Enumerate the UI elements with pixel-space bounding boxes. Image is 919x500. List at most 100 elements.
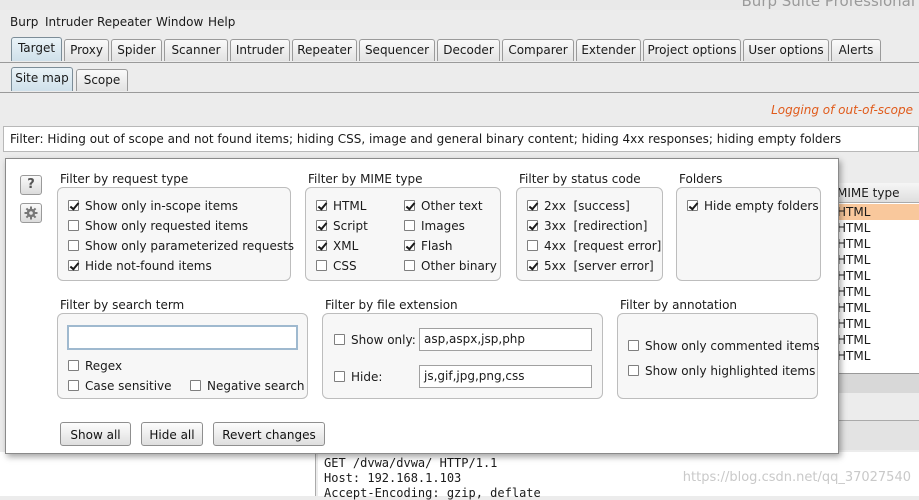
request-header: Host: 192.168.1.103: [324, 471, 462, 485]
help-icon: ?: [27, 177, 35, 192]
tab-target[interactable]: Target: [11, 37, 62, 61]
checkbox-box[interactable]: [527, 260, 538, 271]
checkbox-box[interactable]: [316, 220, 327, 231]
tab-user-options[interactable]: User options: [743, 39, 829, 61]
hide-extension-checkbox[interactable]: Hide:: [334, 370, 382, 384]
mime-images-checkbox[interactable]: Images: [404, 219, 465, 233]
status-5xx-checkbox[interactable]: 5xx [server error]: [527, 259, 654, 273]
checkbox-box[interactable]: [404, 200, 415, 211]
mime-css-checkbox[interactable]: CSS: [316, 259, 357, 273]
highlighted-items-checkbox[interactable]: Show only highlighted items: [628, 364, 815, 378]
hide-all-button[interactable]: Hide all: [141, 422, 203, 446]
table-row[interactable]: HTML: [831, 284, 919, 300]
commented-items-checkbox[interactable]: Show only commented items: [628, 339, 820, 353]
negative-search-checkbox[interactable]: Negative search: [190, 379, 305, 393]
option-label: Hide empty folders: [704, 199, 819, 213]
regex-checkbox[interactable]: Regex: [68, 359, 122, 373]
checkbox-box[interactable]: [316, 260, 327, 271]
show-all-button[interactable]: Show all: [60, 422, 131, 446]
checkbox-box[interactable]: [334, 334, 345, 345]
checkbox-box[interactable]: [527, 240, 538, 251]
checkbox-box[interactable]: [628, 340, 639, 351]
show-only-extensions-input[interactable]: asp,aspx,jsp,php: [419, 328, 592, 351]
tab-alerts[interactable]: Alerts: [831, 39, 881, 61]
checkbox-box[interactable]: [190, 380, 201, 391]
tab-proxy[interactable]: Proxy: [64, 39, 109, 61]
checkbox-box[interactable]: [404, 220, 415, 231]
column-header-mime-type[interactable]: MIME type: [831, 183, 919, 203]
checkbox-box[interactable]: [527, 200, 538, 211]
parameterized-checkbox[interactable]: Show only parameterized requests: [68, 239, 294, 253]
checkbox-box[interactable]: [316, 240, 327, 251]
table-row[interactable]: HTML: [831, 268, 919, 284]
pane-splitter[interactable]: [830, 373, 919, 393]
tab-scope[interactable]: Scope: [76, 69, 128, 91]
table-row[interactable]: HTML: [831, 236, 919, 252]
mime-flash-checkbox[interactable]: Flash: [404, 239, 452, 253]
checkbox-box[interactable]: [68, 380, 79, 391]
in-scope-checkbox[interactable]: Show only in-scope items: [68, 199, 238, 213]
table-row[interactable]: HTML: [831, 204, 919, 220]
checkbox-box[interactable]: [334, 371, 345, 382]
help-button[interactable]: ?: [20, 175, 42, 195]
folders-title: Folders: [679, 172, 723, 186]
request-header: Accept-Encoding: gzip, deflate: [324, 486, 541, 500]
search-input[interactable]: [67, 325, 298, 350]
table-row[interactable]: HTML: [831, 332, 919, 348]
settings-button[interactable]: [20, 203, 42, 223]
menu-window[interactable]: Window: [156, 15, 203, 29]
hide-empty-folders-checkbox[interactable]: Hide empty folders: [687, 199, 819, 213]
hide-not-found-checkbox[interactable]: Hide not-found items: [68, 259, 212, 273]
filter-summary-bar[interactable]: Filter: Hiding out of scope and not foun…: [3, 126, 919, 152]
tab-repeater[interactable]: Repeater: [292, 39, 357, 61]
checkbox-box[interactable]: [316, 200, 327, 211]
checkbox-box[interactable]: [68, 360, 79, 371]
mime-xml-checkbox[interactable]: XML: [316, 239, 358, 253]
tab-decoder[interactable]: Decoder: [437, 39, 500, 61]
table-row[interactable]: HTML: [831, 300, 919, 316]
tab-project-options[interactable]: Project options: [643, 39, 741, 61]
show-only-extension-checkbox[interactable]: Show only:: [334, 333, 416, 347]
revert-changes-button[interactable]: Revert changes: [213, 422, 325, 446]
tab-intruder[interactable]: Intruder: [230, 39, 290, 61]
menu-intruder[interactable]: Intruder: [45, 15, 93, 29]
checkbox-box[interactable]: [68, 240, 79, 251]
tab-scanner[interactable]: Scanner: [164, 39, 228, 61]
mime-type-group: HTML Other text Script Images XML Flash …: [305, 187, 501, 281]
menu-burp[interactable]: Burp: [10, 15, 38, 29]
table-row[interactable]: HTML: [831, 316, 919, 332]
table-row[interactable]: HTML: [831, 220, 919, 236]
tab-sequencer[interactable]: Sequencer: [359, 39, 435, 61]
tab-comparer[interactable]: Comparer: [502, 39, 574, 61]
checkbox-box[interactable]: [68, 200, 79, 211]
checkbox-box[interactable]: [628, 365, 639, 376]
status-3xx-checkbox[interactable]: 3xx [redirection]: [527, 219, 647, 233]
tab-spider[interactable]: Spider: [111, 39, 162, 61]
hide-extensions-input[interactable]: js,gif,jpg,png,css: [419, 365, 592, 388]
checkbox-box[interactable]: [68, 220, 79, 231]
menu-repeater[interactable]: Repeater: [97, 15, 152, 29]
tab-extender[interactable]: Extender: [576, 39, 641, 61]
site-map-filter-popup: ? Filter by request type Show only in-sc…: [5, 158, 839, 454]
menu-help[interactable]: Help: [208, 15, 235, 29]
status-4xx-checkbox[interactable]: 4xx [request error]: [527, 239, 661, 253]
requested-items-checkbox[interactable]: Show only requested items: [68, 219, 248, 233]
status-2xx-checkbox[interactable]: 2xx [success]: [527, 199, 630, 213]
mime-script-checkbox[interactable]: Script: [316, 219, 368, 233]
checkbox-box[interactable]: [404, 240, 415, 251]
table-row[interactable]: HTML: [831, 348, 919, 364]
checkbox-box[interactable]: [68, 260, 79, 271]
mime-other-binary-checkbox[interactable]: Other binary: [404, 259, 497, 273]
option-label: Regex: [85, 359, 123, 373]
checkbox-box[interactable]: [687, 200, 698, 211]
checkbox-box[interactable]: [404, 260, 415, 271]
mime-html-checkbox[interactable]: HTML: [316, 199, 366, 213]
request-line: GET /dvwa/dvwa/ HTTP/1.1: [324, 456, 498, 470]
table-row[interactable]: HTML: [831, 252, 919, 268]
case-sensitive-checkbox[interactable]: Case sensitive: [68, 379, 172, 393]
option-label: 5xx [server error]: [544, 259, 654, 273]
request-type-title: Filter by request type: [60, 172, 189, 186]
checkbox-box[interactable]: [527, 220, 538, 231]
tab-site-map[interactable]: Site map: [11, 67, 73, 91]
mime-other-text-checkbox[interactable]: Other text: [404, 199, 483, 213]
